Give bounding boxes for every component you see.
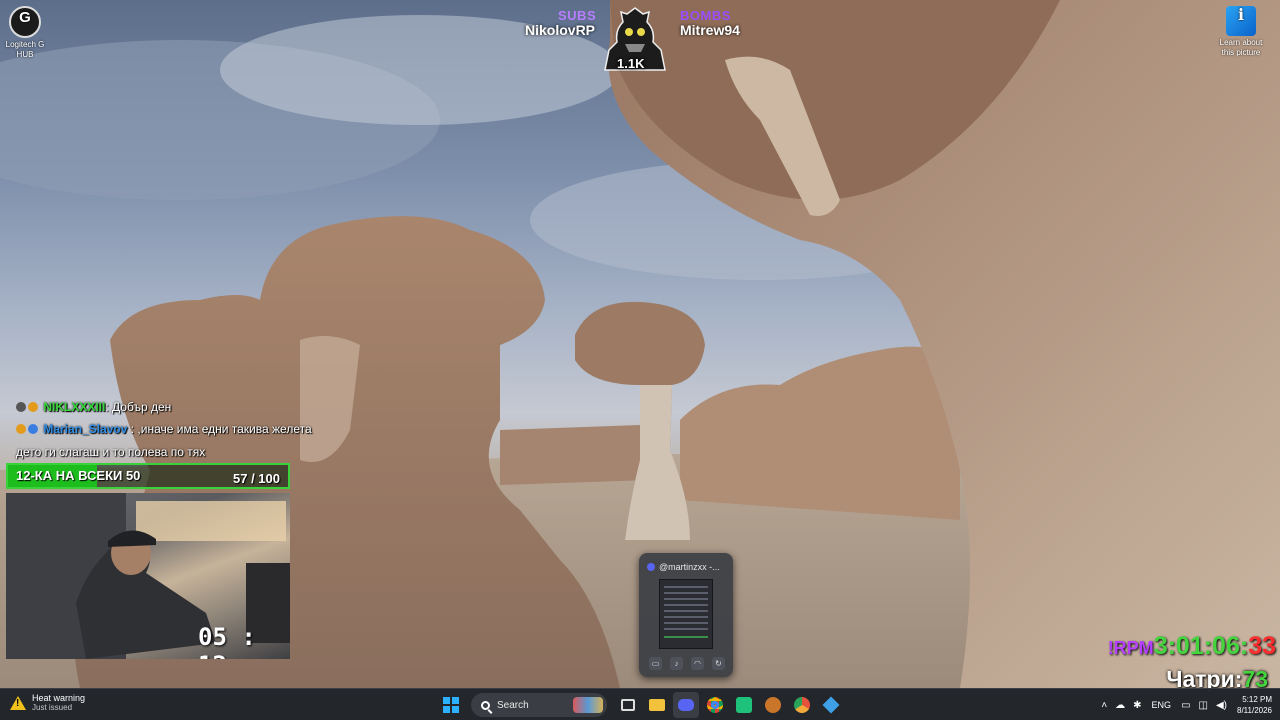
- bluetooth-icon[interactable]: ✱: [1133, 700, 1141, 711]
- bombs-label: BOMBS: [680, 8, 731, 23]
- logitech-g-icon: [9, 6, 41, 38]
- search-placeholder: Search: [497, 699, 529, 711]
- search-icon: [481, 700, 490, 710]
- webcam-feed: 05 : 12 :18: [6, 493, 290, 659]
- chat-message: NIKLXXXIII: Добър ден: [16, 400, 171, 414]
- chat-text: : ,иначе има едни такива желета: [130, 422, 312, 436]
- discord-preview-title: @martinzxx -...: [647, 562, 720, 572]
- taskbar: Heat warning Just issued Search ˄ ☁ ✱ EN…: [0, 688, 1280, 720]
- system-tray: ˄ ☁ ✱ ENG ▭ ◫ ◀) 5:12 PM 8/11/2026: [1097, 689, 1274, 720]
- chrome-beta-icon: [793, 697, 810, 713]
- display-icon[interactable]: ▭: [1181, 700, 1190, 711]
- mascot-count: 1.1K: [617, 56, 645, 71]
- chat-username: Marian_Slavov: [43, 422, 128, 436]
- rpm-timer: !RPM3:01:06:33: [1108, 632, 1276, 661]
- learn-about-picture-desktop-icon[interactable]: Learn about this picture: [1213, 6, 1269, 58]
- subs-name: NikolovRP: [525, 22, 596, 38]
- chat-badge-icon: [28, 424, 38, 434]
- input-language[interactable]: ENG: [1152, 700, 1172, 710]
- bombs-name: Mitrew94: [680, 22, 740, 38]
- chevron-up-icon[interactable]: ˄: [1101, 700, 1107, 711]
- weather-subtitle: Just issued: [32, 703, 73, 712]
- start-button[interactable]: [438, 692, 464, 718]
- chrome-beta-button[interactable]: [789, 692, 815, 718]
- subscriber-goal-bar: 12-КА НА ВСЕКИ 50 57 / 100: [6, 463, 290, 489]
- taskbar-apps: Search: [436, 692, 845, 718]
- chat-text: : Добър ден: [105, 400, 172, 414]
- stream-timer: 05 : 12 :18: [198, 623, 290, 659]
- discord-preview-thumbnail[interactable]: [659, 579, 713, 649]
- logitech-ghub-desktop-icon[interactable]: Logitech G HUB: [0, 6, 53, 60]
- clock-date: 8/11/2026: [1237, 706, 1272, 715]
- game-app-button[interactable]: [760, 692, 786, 718]
- disconnect-icon[interactable]: ↻: [712, 657, 725, 670]
- stream-timer-seconds: 18: [256, 657, 278, 659]
- discord-preview-controls: ▭ ♪ ◠ ↻: [649, 657, 725, 670]
- chat-username: NIKLXXXIII: [43, 400, 106, 414]
- discord-icon: [677, 699, 694, 711]
- rpm-seconds: 33: [1248, 632, 1276, 660]
- volume-icon[interactable]: ◀): [1216, 700, 1227, 711]
- chat-text: дето ги слагаш и то полева по тях: [16, 445, 206, 459]
- stream-timer-main: 05 : 12 :: [198, 623, 256, 659]
- discord-window-preview[interactable]: @martinzxx -... ▭ ♪ ◠ ↻: [639, 553, 733, 677]
- weather-widget[interactable]: Heat warning Just issued: [10, 693, 85, 712]
- chrome-icon: [706, 697, 723, 713]
- camera-icon[interactable]: ▭: [649, 657, 662, 670]
- discord-icon: [647, 563, 655, 571]
- folder-icon: [648, 699, 665, 711]
- diamond-app-icon: [822, 696, 839, 714]
- task-view-icon: [620, 699, 635, 711]
- rpm-time: 3:01:06:: [1153, 632, 1249, 660]
- goal-count: 57 / 100: [233, 471, 280, 486]
- audio-app-button[interactable]: [731, 692, 757, 718]
- audio-mixer-icon: [735, 697, 752, 713]
- warning-icon: [10, 695, 26, 710]
- goal-label: 12-КА НА ВСЕКИ 50: [16, 468, 141, 483]
- subs-label: SUBS: [558, 8, 597, 23]
- discord-preview-title-text: @martinzxx -...: [659, 562, 720, 572]
- chat-message-continuation: дето ги слагаш и то полева по тях: [16, 445, 205, 459]
- chat-badge-icon: [28, 402, 38, 412]
- windows-logo-icon: [442, 697, 459, 713]
- chrome-button[interactable]: [702, 692, 728, 718]
- chat-badge-icon: [16, 402, 26, 412]
- weather-title: Heat warning: [32, 693, 86, 703]
- info-icon: [1226, 6, 1256, 36]
- rpm-prefix: !RPM: [1107, 638, 1154, 658]
- microphone-icon[interactable]: ♪: [670, 657, 683, 670]
- task-view-button[interactable]: [615, 692, 641, 718]
- taskbar-search[interactable]: Search: [471, 693, 607, 717]
- discord-taskbar-button[interactable]: [672, 692, 699, 718]
- headphones-icon[interactable]: ◠: [691, 657, 704, 670]
- game-icon: [764, 697, 781, 713]
- learn-about-picture-label: Learn about this picture: [1219, 38, 1263, 57]
- clock-time: 5:12 PM: [1242, 695, 1272, 704]
- search-highlight-icon: [573, 697, 603, 713]
- onedrive-icon[interactable]: ☁: [1115, 700, 1125, 711]
- chat-badge-icon: [16, 424, 26, 434]
- network-icon[interactable]: ◫: [1199, 700, 1208, 711]
- chat-message: Marian_Slavov : ,иначе има едни такива ж…: [16, 422, 312, 436]
- logitech-ghub-label: Logitech G HUB: [5, 40, 45, 59]
- dev-app-button[interactable]: [818, 692, 844, 718]
- system-clock[interactable]: 5:12 PM 8/11/2026: [1237, 694, 1272, 716]
- file-explorer-button[interactable]: [644, 692, 670, 718]
